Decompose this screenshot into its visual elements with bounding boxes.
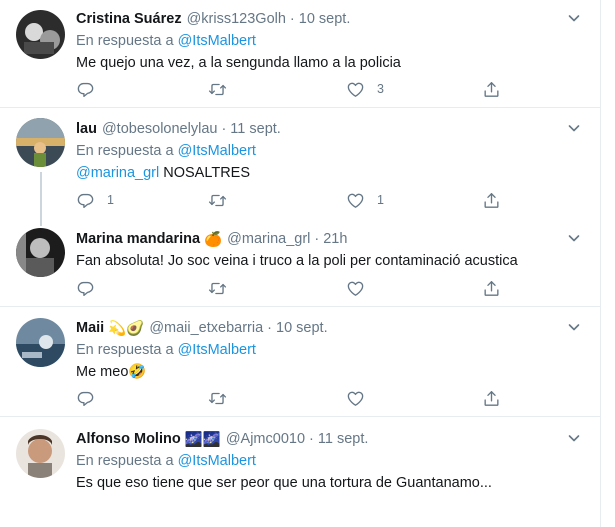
replying-to: En respuesta a @ItsMalbert [76, 141, 586, 161]
chevron-down-icon[interactable] [566, 10, 582, 26]
timestamp[interactable]: 11 sept. [230, 121, 281, 137]
replying-to-label: En respuesta a [76, 453, 174, 469]
reply-icon [76, 389, 95, 408]
avatar[interactable] [16, 10, 65, 59]
share-icon [482, 191, 501, 210]
chevron-down-icon[interactable] [566, 430, 582, 446]
name-emoji: 💫🥑 [108, 320, 145, 337]
display-name[interactable]: Marina mandarina [76, 231, 200, 247]
user-handle[interactable]: @maii_etxebarria [149, 320, 263, 336]
tweet-text-body: NOSALTRES [163, 165, 251, 181]
chevron-down-icon[interactable] [566, 230, 582, 246]
user-handle[interactable]: @marina_grl [227, 231, 310, 247]
display-name[interactable]: Cristina Suárez [76, 11, 182, 27]
user-handle[interactable]: @tobesolonelylau [102, 121, 218, 137]
chevron-down-icon[interactable] [566, 319, 582, 335]
tweet-lau[interactable]: lau @tobesolonelylau · 11 sept. En respu… [0, 108, 600, 217]
user-handle[interactable]: @kriss123Golh [187, 11, 286, 27]
share-button[interactable] [482, 78, 501, 100]
user-handle[interactable]: @Ajmc0010 [226, 431, 305, 447]
timestamp[interactable]: 11 sept. [318, 431, 369, 447]
tweet-maii[interactable]: Maii 💫🥑 @maii_etxebarria · 10 sept. En r… [0, 307, 600, 417]
like-icon [346, 191, 365, 210]
reply-button[interactable] [76, 78, 95, 100]
like-count: 3 [377, 82, 384, 96]
replies-feed: Cristina Suárez @kriss123Golh · 10 sept.… [0, 0, 601, 527]
text-mention[interactable]: @marina_grl [76, 165, 159, 181]
tweet-alfonso[interactable]: Alfonso Molino 🌌🌌 @Ajmc0010 · 11 sept. E… [0, 417, 600, 527]
retweet-button[interactable] [208, 387, 227, 409]
retweet-icon [208, 279, 227, 298]
like-button[interactable] [346, 277, 365, 299]
display-name[interactable]: Alfonso Molino [76, 431, 181, 447]
avatar[interactable] [16, 228, 65, 277]
timestamp[interactable]: 10 sept. [276, 320, 328, 336]
avatar[interactable] [16, 318, 65, 367]
reply-button[interactable] [76, 277, 95, 299]
retweet-button[interactable] [208, 189, 227, 211]
chevron-down-icon[interactable] [566, 120, 582, 136]
avatar[interactable] [16, 118, 65, 167]
share-icon [482, 389, 501, 408]
tweet-text: Fan absoluta! Jo soc veina i truco a la … [76, 253, 518, 269]
reply-icon [76, 80, 95, 99]
like-icon [346, 279, 365, 298]
name-emoji: 🍊 [204, 231, 223, 248]
tweet-text: Me meo🤣 [76, 364, 147, 380]
display-name[interactable]: Maii [76, 320, 104, 336]
tweet-marina[interactable]: Marina mandarina 🍊 @marina_grl · 21h Fan… [0, 217, 600, 307]
retweet-button[interactable] [208, 78, 227, 100]
tweet-text: Es que eso tiene que ser peor que una to… [76, 475, 492, 491]
timestamp[interactable]: 10 sept. [299, 11, 351, 27]
share-icon [482, 80, 501, 99]
like-icon [346, 389, 365, 408]
separator-dot: · [221, 121, 227, 137]
reply-count: 1 [107, 193, 114, 207]
like-button[interactable]: 1 [346, 189, 384, 211]
share-button[interactable] [482, 189, 501, 211]
reply-icon [76, 191, 95, 210]
retweet-icon [208, 389, 227, 408]
display-name[interactable]: lau [76, 121, 97, 137]
retweet-icon [208, 191, 227, 210]
name-emoji: 🌌🌌 [184, 431, 221, 448]
separator-dot: · [267, 320, 273, 336]
like-button[interactable]: 3 [346, 78, 384, 100]
tweet-text: Me quejo una vez, a la sengunda llamo a … [76, 55, 401, 71]
replying-to-label: En respuesta a [76, 33, 174, 49]
replying-to: En respuesta a @ItsMalbert [76, 340, 586, 360]
share-button[interactable] [482, 387, 501, 409]
replying-to-mention[interactable]: @ItsMalbert [178, 143, 256, 159]
reply-button[interactable]: 1 [76, 189, 114, 211]
like-icon [346, 80, 365, 99]
like-count: 1 [377, 193, 384, 207]
retweet-icon [208, 80, 227, 99]
replying-to-mention[interactable]: @ItsMalbert [178, 453, 256, 469]
replying-to: En respuesta a @ItsMalbert [76, 451, 586, 471]
reply-icon [76, 279, 95, 298]
replying-to-mention[interactable]: @ItsMalbert [178, 33, 256, 49]
separator-dot: · [309, 431, 314, 447]
replying-to-label: En respuesta a [76, 342, 174, 358]
replying-to-mention[interactable]: @ItsMalbert [178, 342, 256, 358]
reply-button[interactable] [76, 387, 95, 409]
like-button[interactable] [346, 387, 365, 409]
tweet-cristina[interactable]: Cristina Suárez @kriss123Golh · 10 sept.… [0, 0, 600, 108]
separator-dot: · [289, 11, 295, 27]
retweet-button[interactable] [208, 277, 227, 299]
timestamp[interactable]: 21h [323, 231, 347, 247]
share-icon [482, 279, 501, 298]
avatar[interactable] [16, 429, 65, 478]
replying-to: En respuesta a @ItsMalbert [76, 31, 586, 51]
replying-to-label: En respuesta a [76, 143, 174, 159]
separator-dot: · [314, 231, 320, 247]
share-button[interactable] [482, 277, 501, 299]
tweet-text: @marina_grl NOSALTRES [76, 163, 586, 183]
